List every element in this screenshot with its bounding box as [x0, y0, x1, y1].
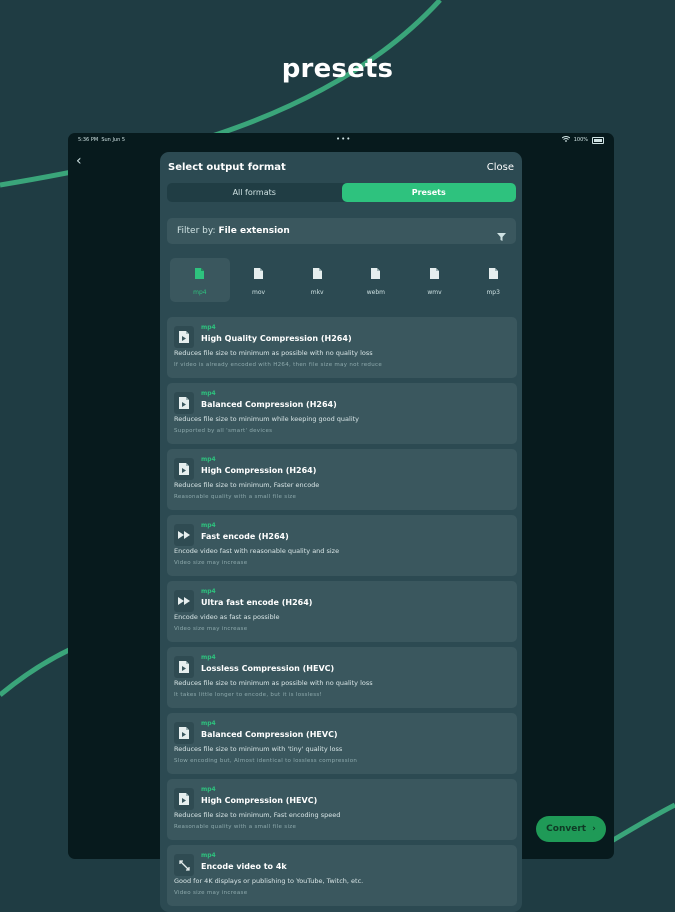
wifi-icon: [561, 136, 571, 144]
preset-description: Reduces file size to minimum as possible…: [174, 349, 373, 357]
filter-label: Filter by: File extension: [177, 226, 290, 236]
preset-note: Reasonable quality with a small file siz…: [174, 824, 297, 830]
format-chip-mp3[interactable]: mp3: [463, 258, 522, 302]
file-icon: [312, 264, 322, 283]
filter-icon: [497, 226, 506, 245]
sheet-title: Select output format: [168, 162, 286, 173]
multitask-dots[interactable]: •••: [336, 135, 351, 143]
preset-card[interactable]: mp4 High Compression (HEVC) Reduces file s…: [167, 779, 517, 840]
file-video-icon: [174, 722, 194, 744]
preset-card[interactable]: mp4 Ultra fast encode (H264) Encode video …: [167, 581, 517, 642]
preset-note: Video size may increase: [174, 626, 248, 632]
file-icon: [195, 264, 205, 283]
file-icon: [430, 264, 440, 283]
preset-title: Balanced Compression (H264): [201, 400, 337, 409]
file-icon: [488, 264, 498, 283]
status-time: 5:36 PM Sun Jun 5: [78, 137, 126, 143]
file-video-icon: [174, 656, 194, 678]
format-chip-row: mp4 mov mkv webm wmv mp3: [170, 258, 522, 304]
file-icon: [371, 264, 381, 283]
battery-icon: [592, 136, 604, 144]
fast-forward-icon: [174, 590, 194, 612]
preset-title: Balanced Compression (HEVC): [201, 730, 338, 739]
preset-note: It takes little longer to encode, but it…: [174, 692, 323, 698]
preset-title: High Compression (HEVC): [201, 796, 318, 805]
preset-format: mp4: [201, 588, 216, 595]
fast-forward-icon: [174, 524, 194, 546]
expand-icon: [174, 854, 194, 876]
convert-label: Convert: [546, 824, 587, 834]
convert-button[interactable]: Convert ›: [536, 816, 606, 842]
preset-note: Slow encoding but, Almost identical to l…: [174, 758, 358, 764]
format-chip-mov[interactable]: mov: [229, 258, 289, 302]
status-right: 100%: [561, 136, 604, 144]
preset-format: mp4: [201, 456, 216, 463]
format-chip-wmv[interactable]: wmv: [405, 258, 465, 302]
file-video-icon: [174, 392, 194, 414]
preset-note: Video size may increase: [174, 560, 248, 566]
preset-format: mp4: [201, 852, 216, 859]
preset-card[interactable]: mp4 Lossless Compression (HEVC) Reduces fi…: [167, 647, 517, 708]
preset-format: mp4: [201, 720, 216, 727]
headline: presets: [281, 54, 394, 84]
preset-note: Supported by all 'smart' devices: [174, 428, 273, 434]
status-bar: 5:36 PM Sun Jun 5 ••• 100%: [68, 133, 614, 147]
preset-description: Reduces file size to minimum with 'tiny'…: [174, 745, 343, 753]
preset-card[interactable]: mp4 Balanced Compression (HEVC) Reduces fi…: [167, 713, 517, 774]
preset-title: Encode video to 4k: [201, 862, 287, 871]
preset-format: mp4: [201, 786, 216, 793]
preset-title: Ultra fast encode (H264): [201, 598, 313, 607]
file-video-icon: [174, 788, 194, 810]
preset-description: Good for 4K displays or publishing to Yo…: [174, 877, 364, 885]
preset-title: High Compression (H264): [201, 466, 317, 475]
tab-all-formats[interactable]: All formats: [167, 183, 342, 202]
preset-note: If video is already encoded with H264, t…: [174, 362, 383, 368]
preset-card[interactable]: mp4 High Compression (H264) Reduces file s…: [167, 449, 517, 510]
preset-card[interactable]: mp4 Encode video to 4k Good for 4K display…: [167, 845, 517, 906]
preset-card[interactable]: mp4 Fast encode (H264) Encode video fast w…: [167, 515, 517, 576]
preset-format: mp4: [201, 324, 216, 331]
format-chip-mp4[interactable]: mp4: [170, 258, 230, 302]
battery-percent: 100%: [573, 137, 588, 143]
format-tabs: All formats Presets: [167, 183, 516, 202]
preset-card[interactable]: mp4 Balanced Compression (H264) Reduces fi…: [167, 383, 517, 444]
file-video-icon: [174, 326, 194, 348]
select-format-sheet: Select output format Close All formats P…: [160, 152, 522, 912]
preset-title: Lossless Compression (HEVC): [201, 664, 335, 673]
preset-description: Reduces file size to minimum while keepi…: [174, 415, 360, 423]
preset-format: mp4: [201, 390, 216, 397]
preset-description: Reduces file size to minimum as possible…: [174, 679, 373, 687]
chevron-right-icon: ›: [592, 824, 596, 834]
preset-title: High Quality Compression (H264): [201, 334, 352, 343]
file-icon: [254, 264, 263, 283]
back-chevron-icon[interactable]: ‹: [76, 153, 82, 169]
preset-note: Reasonable quality with a small file siz…: [174, 494, 297, 500]
preset-list: mp4 High Quality Compression (H264) Reduce…: [167, 317, 517, 911]
preset-card[interactable]: mp4 High Quality Compression (H264) Reduce…: [167, 317, 517, 378]
filter-dropdown[interactable]: Filter by: File extension: [167, 218, 516, 244]
file-video-icon: [174, 458, 194, 480]
tab-presets[interactable]: Presets: [341, 183, 516, 202]
preset-note: Video size may increase: [174, 890, 248, 896]
preset-title: Fast encode (H264): [201, 532, 289, 541]
preset-description: Reduces file size to minimum, Faster enc…: [174, 481, 320, 489]
preset-format: mp4: [201, 522, 216, 529]
format-chip-webm[interactable]: webm: [346, 258, 406, 302]
preset-description: Encode video as fast as possible: [174, 613, 280, 621]
format-chip-mkv[interactable]: mkv: [287, 258, 347, 302]
preset-description: Reduces file size to minimum, Fast encod…: [174, 811, 341, 819]
preset-description: Encode video fast with reasonable qualit…: [174, 547, 340, 555]
close-button[interactable]: Close: [487, 162, 514, 173]
preset-format: mp4: [201, 654, 216, 661]
